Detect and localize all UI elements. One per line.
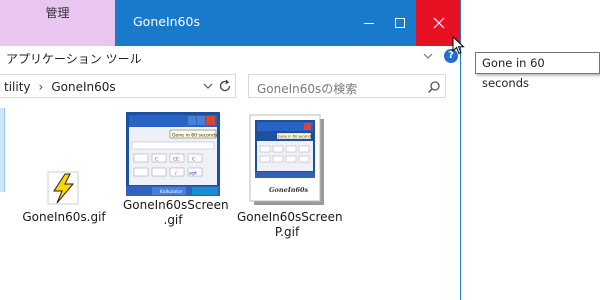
mouse-cursor-icon	[452, 36, 465, 55]
title-bar[interactable]: 管理 GoneIn60s	[0, 0, 460, 46]
context-tab-label: 管理	[45, 6, 70, 20]
refresh-button[interactable]	[214, 75, 236, 97]
explorer-window: 管理 GoneIn60s アプリケーション ツール ? tility › GoneI…	[0, 0, 461, 300]
navigation-bar: tility › GoneIn60s GoneIn60sの検索	[0, 74, 460, 100]
search-placeholder: GoneIn60sの検索	[257, 82, 358, 96]
close-icon	[433, 17, 444, 29]
file-item[interactable]: Gone in 60 seconds GoneIn60s GoneIn60sSc…	[237, 112, 343, 240]
gif-thumbnail	[47, 171, 79, 205]
breadcrumb-item[interactable]: tility	[4, 80, 31, 94]
context-tab[interactable]: 管理	[0, 0, 115, 46]
breadcrumb: tility › GoneIn60s	[4, 80, 116, 94]
file-item[interactable]: Gone in 60 seconds C CE C / sqrt Kalkula…	[123, 112, 229, 228]
chevron-down-icon[interactable]	[202, 79, 214, 93]
search-icon	[427, 81, 440, 94]
ribbon-tab-application-tools[interactable]: アプリケーション ツール	[6, 50, 142, 67]
tooltip: Gone in 60 seconds	[475, 52, 600, 90]
chevron-right-icon: ›	[38, 80, 44, 94]
search-input[interactable]: GoneIn60sの検索	[248, 74, 446, 98]
address-bar[interactable]: tility › GoneIn60s	[0, 74, 236, 98]
file-name: GoneIn60sScreen .gif	[123, 198, 229, 227]
window-title: GoneIn60s	[133, 14, 200, 29]
screenshot-thumbnail: Gone in 60 seconds GoneIn60s	[249, 114, 324, 205]
thumb-tooltip-text: Gone in 60 seconds	[278, 135, 313, 139]
thumb-key: C	[192, 157, 195, 163]
thumb-key: C	[155, 157, 158, 163]
screenshot-thumbnail: Gone in 60 seconds C CE C / sqrt Kalkula…	[126, 112, 220, 196]
chevron-down-icon[interactable]	[422, 50, 434, 62]
file-item[interactable]: GoneIn60s.gif	[14, 112, 114, 225]
maximize-icon	[395, 18, 405, 28]
thumb-card-label: GoneIn60s	[269, 186, 309, 194]
thumb-tooltip-text: Gone in 60 seconds	[172, 133, 218, 139]
file-name: GoneIn60s.gif	[22, 210, 106, 224]
navigation-pane-edge[interactable]	[0, 108, 5, 192]
thumb-taskbar-text: Kalkulator	[160, 189, 183, 195]
minimize-icon	[364, 23, 374, 24]
ribbon-bar: アプリケーション ツール	[0, 46, 460, 70]
thumb-key: sqrt	[189, 171, 197, 176]
thumb-key: CE	[173, 157, 179, 163]
file-name: GoneIn60sScreen P.gif	[237, 210, 343, 239]
refresh-icon	[219, 79, 231, 92]
breadcrumb-item[interactable]: GoneIn60s	[51, 80, 115, 94]
